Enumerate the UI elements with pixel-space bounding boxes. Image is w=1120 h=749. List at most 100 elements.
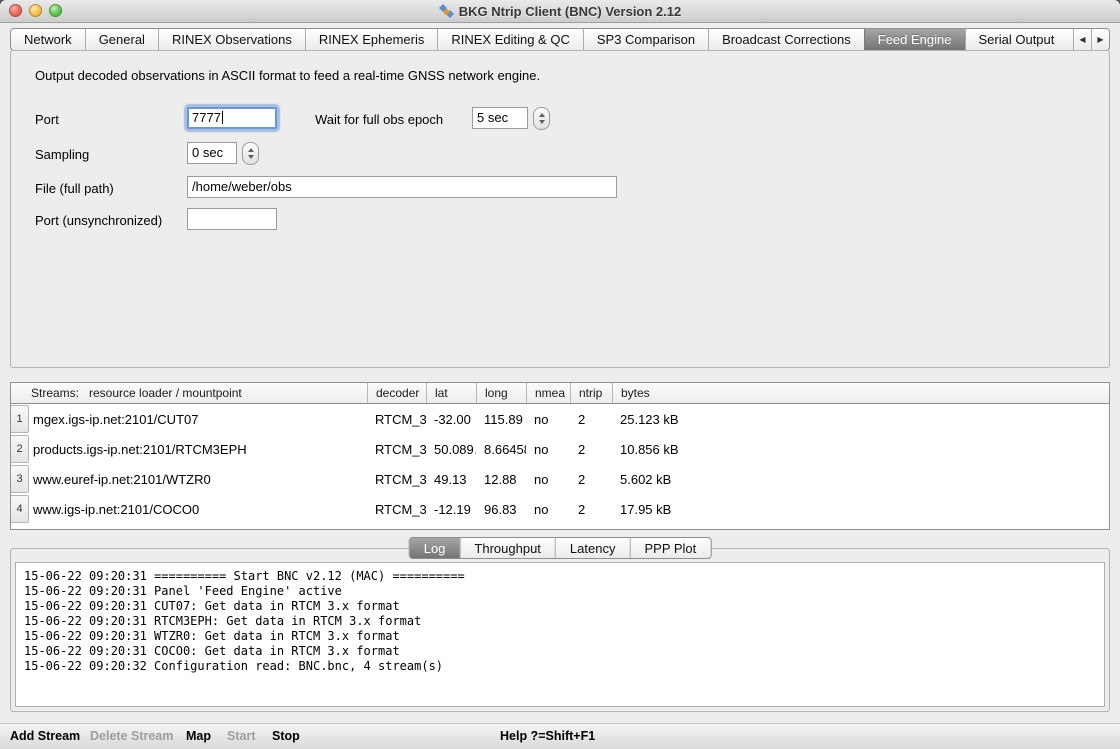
- stop-button[interactable]: Stop: [272, 729, 300, 743]
- cell-decoder[interactable]: RTCM_3.0: [367, 442, 426, 457]
- cell-lat[interactable]: 50.089…: [426, 442, 476, 457]
- stepper-down-icon[interactable]: [248, 155, 254, 159]
- cell-nmea[interactable]: no: [526, 412, 570, 427]
- log-line: 15-06-22 09:20:31 Panel 'Feed Engine' ac…: [24, 584, 1096, 599]
- port-unsync-input[interactable]: [187, 208, 277, 230]
- file-path-label: File (full path): [35, 181, 114, 196]
- tab-serial-output[interactable]: Serial Output: [965, 29, 1068, 50]
- bnc-window: BKG Ntrip Client (BNC) Version 2.12 Netw…: [0, 0, 1120, 749]
- cell-long[interactable]: 96.83: [476, 502, 526, 517]
- col-header-nmea[interactable]: nmea: [526, 383, 570, 403]
- wait-epoch-stepper[interactable]: [533, 107, 550, 130]
- tab-scroll-arrows: ◀ ▶: [1073, 29, 1109, 50]
- log-line: 15-06-22 09:20:31 COCO0: Get data in RTC…: [24, 644, 1096, 659]
- window-title: BKG Ntrip Client (BNC) Version 2.12: [459, 4, 681, 19]
- tab-feed-engine[interactable]: Feed Engine: [864, 29, 965, 50]
- tab-latency[interactable]: Latency: [555, 538, 630, 558]
- port-input[interactable]: 7777: [187, 107, 277, 129]
- cell-stream[interactable]: products.igs-ip.net:2101/RTCM3EPH: [29, 442, 367, 457]
- cell-long[interactable]: 115.89: [476, 412, 526, 427]
- cell-ntrip[interactable]: 2: [570, 472, 612, 487]
- row-number[interactable]: 1: [11, 405, 29, 433]
- col-header-decoder[interactable]: decoder: [367, 383, 426, 403]
- row-number[interactable]: 2: [11, 435, 29, 463]
- streams-table-header: Streams: resource loader / mountpoint de…: [11, 383, 1109, 404]
- col-header-long[interactable]: long: [476, 383, 526, 403]
- cell-lat[interactable]: -12.19: [426, 502, 476, 517]
- cell-lat[interactable]: 49.13: [426, 472, 476, 487]
- col-header-bytes[interactable]: bytes: [612, 383, 1109, 403]
- cell-bytes[interactable]: 10.856 kB: [612, 442, 1109, 457]
- streams-table: Streams: resource loader / mountpoint de…: [10, 382, 1110, 530]
- tab-throughput[interactable]: Throughput: [459, 538, 555, 558]
- col-header-lat[interactable]: lat: [426, 383, 476, 403]
- table-row[interactable]: 4 www.igs-ip.net:2101/COCO0 RTCM_3.2 -12…: [11, 494, 1109, 524]
- sampling-label: Sampling: [35, 147, 89, 162]
- col-header-ntrip[interactable]: ntrip: [570, 383, 612, 403]
- wait-epoch-input[interactable]: 5 sec: [472, 107, 528, 129]
- title-bar: BKG Ntrip Client (BNC) Version 2.12: [0, 0, 1120, 23]
- tab-network[interactable]: Network: [11, 29, 85, 50]
- table-row[interactable]: 1 mgex.igs-ip.net:2101/CUT07 RTCM_3.2 -3…: [11, 404, 1109, 434]
- cell-decoder[interactable]: RTCM_3.2: [367, 412, 426, 427]
- cell-ntrip[interactable]: 2: [570, 502, 612, 517]
- delete-stream-button: Delete Stream: [90, 729, 173, 743]
- row-number[interactable]: 3: [11, 465, 29, 493]
- row-number[interactable]: 4: [11, 495, 29, 523]
- cell-bytes[interactable]: 25.123 kB: [612, 412, 1109, 427]
- log-output[interactable]: 15-06-22 09:20:31 ========== Start BNC v…: [15, 562, 1105, 707]
- cell-bytes[interactable]: 5.602 kB: [612, 472, 1109, 487]
- log-line: 15-06-22 09:20:31 CUT07: Get data in RTC…: [24, 599, 1096, 614]
- log-line: 15-06-22 09:20:32 Configuration read: BN…: [24, 659, 1096, 674]
- cell-ntrip[interactable]: 2: [570, 442, 612, 457]
- tab-rinex-observations[interactable]: RINEX Observations: [158, 29, 305, 50]
- table-row[interactable]: 2 products.igs-ip.net:2101/RTCM3EPH RTCM…: [11, 434, 1109, 464]
- cell-nmea[interactable]: no: [526, 442, 570, 457]
- tab-scroll-left-icon[interactable]: ◀: [1073, 29, 1091, 50]
- start-button: Start: [227, 729, 255, 743]
- cell-stream[interactable]: www.igs-ip.net:2101/COCO0: [29, 502, 367, 517]
- bottom-toolbar: Add Stream Delete Stream Map Start Stop …: [0, 723, 1120, 749]
- port-unsync-label: Port (unsynchronized): [35, 213, 162, 228]
- app-icon: [439, 4, 454, 18]
- tab-log[interactable]: Log: [410, 538, 460, 558]
- wait-epoch-label: Wait for full obs epoch: [315, 112, 443, 127]
- map-button[interactable]: Map: [186, 729, 211, 743]
- help-shortcut-label[interactable]: Help ?=Shift+F1: [500, 729, 595, 743]
- file-path-input[interactable]: /home/weber/obs: [187, 176, 617, 198]
- cell-ntrip[interactable]: 2: [570, 412, 612, 427]
- tab-scroll-right-icon[interactable]: ▶: [1091, 29, 1109, 50]
- cell-nmea[interactable]: no: [526, 502, 570, 517]
- cell-stream[interactable]: mgex.igs-ip.net:2101/CUT07: [29, 412, 367, 427]
- log-line: 15-06-22 09:20:31 WTZR0: Get data in RTC…: [24, 629, 1096, 644]
- log-line: 15-06-22 09:20:31 ========== Start BNC v…: [24, 569, 1096, 584]
- cell-lat[interactable]: -32.00: [426, 412, 476, 427]
- cell-nmea[interactable]: no: [526, 472, 570, 487]
- tab-sp3-comparison[interactable]: SP3 Comparison: [583, 29, 708, 50]
- log-tab-bar: Log Throughput Latency PPP Plot: [409, 537, 712, 559]
- sampling-input[interactable]: 0 sec: [187, 142, 237, 164]
- feed-engine-pane: [10, 50, 1110, 368]
- text-caret: [222, 111, 223, 124]
- table-row[interactable]: 3 www.euref-ip.net:2101/WTZR0 RTCM_3.0 4…: [11, 464, 1109, 494]
- main-tab-bar: Network General RINEX Observations RINEX…: [10, 28, 1110, 51]
- tab-rinex-ephemeris[interactable]: RINEX Ephemeris: [305, 29, 437, 50]
- col-header-streams[interactable]: Streams: resource loader / mountpoint: [11, 383, 367, 403]
- tab-rinex-editing-qc[interactable]: RINEX Editing & QC: [437, 29, 583, 50]
- stepper-up-icon[interactable]: [539, 113, 545, 117]
- cell-decoder[interactable]: RTCM_3.2: [367, 502, 426, 517]
- stepper-down-icon[interactable]: [539, 120, 545, 124]
- tab-ppp-plot[interactable]: PPP Plot: [629, 538, 710, 558]
- tab-general[interactable]: General: [85, 29, 158, 50]
- cell-long[interactable]: 12.88: [476, 472, 526, 487]
- add-stream-button[interactable]: Add Stream: [10, 729, 80, 743]
- cell-bytes[interactable]: 17.95 kB: [612, 502, 1109, 517]
- stepper-up-icon[interactable]: [248, 148, 254, 152]
- panel-description: Output decoded observations in ASCII for…: [35, 68, 540, 83]
- sampling-stepper[interactable]: [242, 142, 259, 165]
- cell-long[interactable]: 8.66458: [476, 442, 526, 457]
- cell-stream[interactable]: www.euref-ip.net:2101/WTZR0: [29, 472, 367, 487]
- cell-decoder[interactable]: RTCM_3.0: [367, 472, 426, 487]
- tab-broadcast-corrections[interactable]: Broadcast Corrections: [708, 29, 864, 50]
- log-line: 15-06-22 09:20:31 RTCM3EPH: Get data in …: [24, 614, 1096, 629]
